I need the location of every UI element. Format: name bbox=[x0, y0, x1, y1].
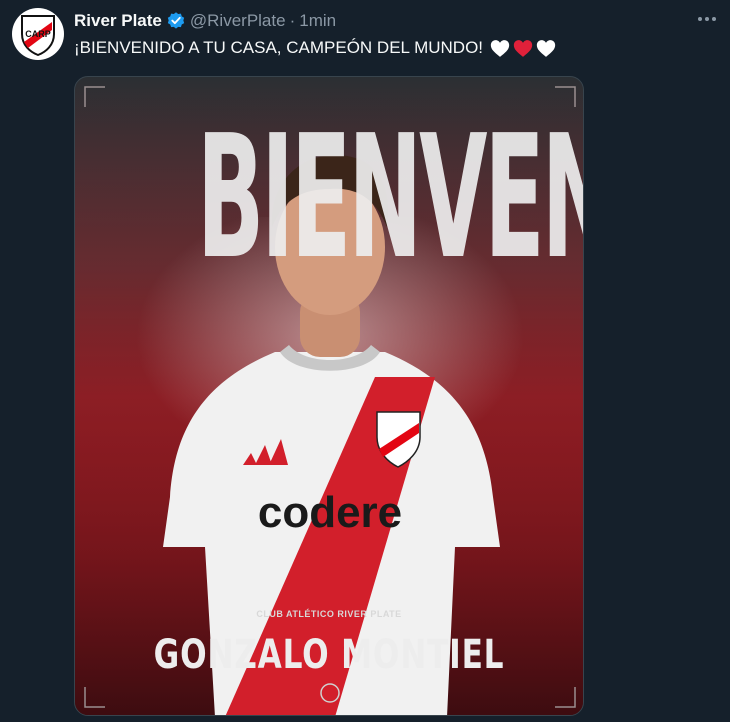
tweet-text: ¡BIENVENIDO A TU CASA, CAMPEÓN DEL MUNDO… bbox=[74, 38, 556, 58]
club-caption: CLUB ATLÉTICO RIVER PLATE bbox=[256, 609, 402, 619]
white-heart-icon bbox=[490, 39, 510, 57]
avatar[interactable]: CARP bbox=[12, 8, 64, 60]
more-dots-icon bbox=[698, 17, 716, 21]
sponsor-text: codere bbox=[258, 488, 402, 537]
tweet-media-image[interactable]: codere BIENVENIDO CLUB ATLÉTICO RIVER PL… bbox=[74, 76, 584, 716]
tweet-body: ¡BIENVENIDO A TU CASA, CAMPEÓN DEL MUNDO… bbox=[74, 38, 484, 57]
player-name: GONZALO MONTIEL bbox=[153, 632, 505, 678]
user-handle[interactable]: @RiverPlate bbox=[190, 11, 286, 31]
headline-text: BIENVENIDO bbox=[196, 99, 583, 297]
verified-badge-icon bbox=[167, 12, 185, 29]
red-heart-icon bbox=[513, 39, 533, 57]
club-crest-icon: CARP bbox=[21, 15, 55, 56]
tweet-header: River Plate @RiverPlate · 1min bbox=[74, 10, 336, 32]
meta-separator: · bbox=[289, 11, 296, 30]
more-options-button[interactable] bbox=[696, 8, 718, 30]
timestamp[interactable]: 1min bbox=[299, 11, 336, 31]
display-name[interactable]: River Plate bbox=[74, 11, 162, 31]
crest-logo-text: CARP bbox=[25, 29, 51, 39]
white-heart-icon bbox=[536, 39, 556, 57]
tweet[interactable]: CARP River Plate @RiverPlate · 1min ¡BIE… bbox=[0, 0, 730, 722]
emoji-group bbox=[490, 39, 556, 58]
